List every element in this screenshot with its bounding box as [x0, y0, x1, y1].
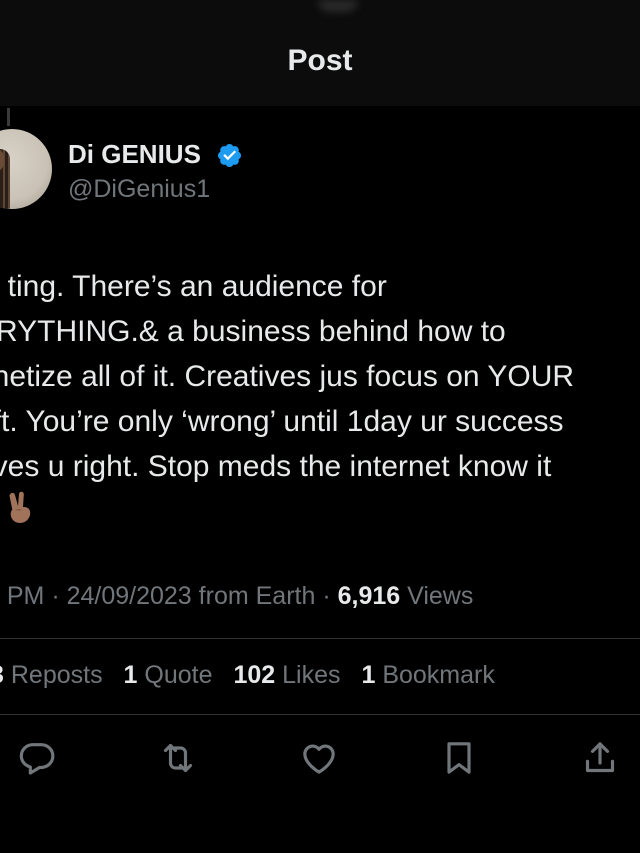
avatar[interactable]	[0, 129, 52, 209]
share-icon	[585, 742, 615, 773]
like-icon	[303, 744, 335, 774]
reply-icon	[19, 743, 55, 775]
post-time: 8 PM	[0, 582, 45, 610]
divider	[0, 714, 640, 715]
post-date: 24/09/2023	[66, 582, 192, 610]
page-title: Post	[287, 44, 353, 77]
engagement-stats: 3 Reposts 1 Quote 102 Likes 1 Bookmark	[0, 661, 495, 690]
reply-button[interactable]	[17, 738, 57, 778]
quotes-count: 1	[123, 661, 138, 689]
meta-separator: ·	[322, 582, 338, 610]
verified-badge-icon	[217, 143, 242, 168]
tweet-line: st ting. There’s an audience for	[0, 270, 387, 303]
tweet-line: aft. You’re only ‘wrong’ until 1day ur s…	[0, 405, 564, 438]
bookmarks-count: 1	[361, 661, 376, 689]
tweet-line: onetize all of it. Creatives jus focus o…	[0, 360, 575, 393]
camera-notch	[318, 0, 358, 12]
views-label[interactable]: Views	[407, 582, 473, 610]
bookmark-icon	[447, 742, 471, 774]
quotes-label: Quote	[144, 661, 213, 689]
repost-icon	[163, 743, 193, 773]
top-bar: Post	[0, 0, 640, 106]
bookmarks-stat[interactable]: 1 Bookmark	[361, 661, 494, 689]
bookmark-button[interactable]	[439, 738, 479, 778]
tweet-text: st ting. There’s an audience for ERYTHIN…	[0, 264, 640, 534]
post-meta: 8 PM · 24/09/2023 from Earth · 6,916 Vie…	[0, 582, 473, 611]
author-handle[interactable]: @DiGenius1	[68, 175, 210, 204]
quotes-stat[interactable]: 1 Quote	[124, 661, 213, 689]
reposts-count: 3	[0, 661, 4, 689]
like-button[interactable]	[299, 738, 339, 778]
tweet-line: ERYTHING.& a business behind how to	[0, 315, 506, 348]
post-location: from Earth	[198, 582, 316, 610]
views-count: 6,916	[337, 582, 401, 610]
likes-count: 102	[233, 661, 276, 689]
likes-label: Likes	[282, 661, 341, 689]
reposts-label: Reposts	[10, 661, 103, 689]
meta-separator: ·	[51, 582, 67, 610]
tweet-line: oves u right. Stop meds the internet kno…	[0, 450, 552, 483]
tweet-line-last: ’s	[0, 489, 640, 534]
thread-connector-line	[7, 108, 10, 126]
reposts-stat[interactable]: 3 Reposts	[0, 661, 103, 689]
victory-hand-emoji-icon	[9, 491, 31, 523]
likes-stat[interactable]: 102 Likes	[233, 661, 340, 689]
share-button[interactable]	[580, 738, 620, 778]
repost-button[interactable]	[158, 738, 198, 778]
author-name[interactable]: Di GENIUS	[68, 139, 201, 170]
bookmarks-label: Bookmark	[382, 661, 495, 689]
divider	[0, 638, 640, 639]
